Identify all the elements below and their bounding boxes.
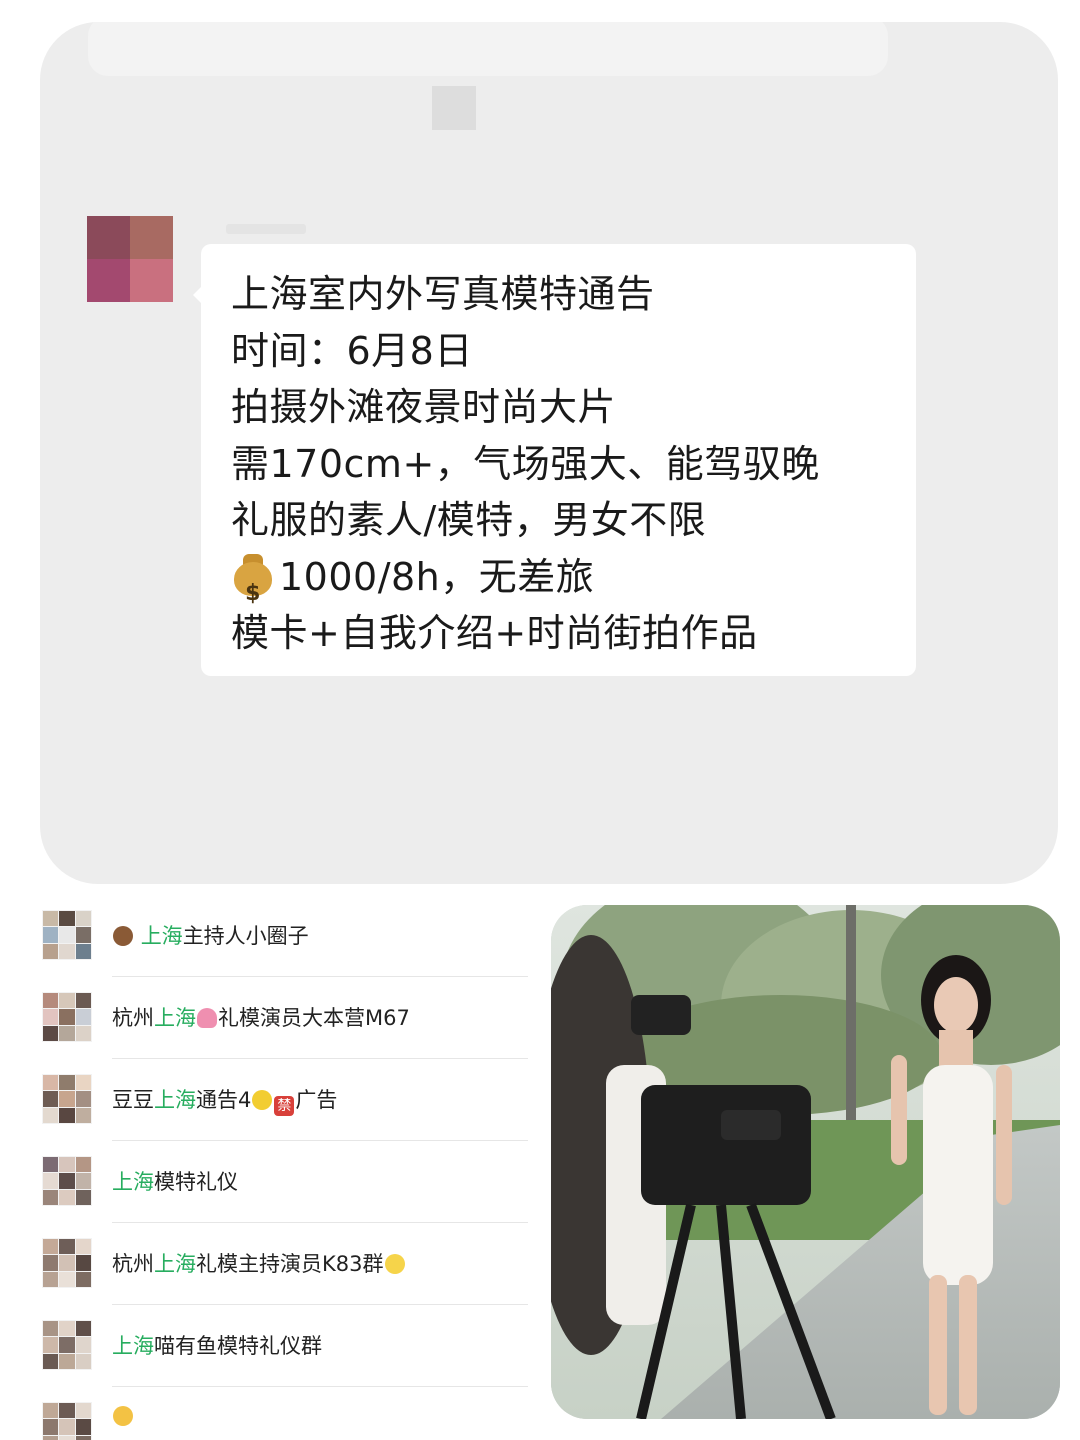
message-shoot-desc: 拍摄外滩夜景时尚大片 <box>231 385 617 429</box>
chat-header-bar <box>88 22 888 76</box>
model-photo <box>551 905 1060 1419</box>
money-bag-icon: $ <box>231 552 275 606</box>
message-requirements-1: 需170cm+，气场强大、能驾驭晚 <box>231 441 820 486</box>
message-pay: 1000/8h，无差旅 <box>279 554 595 599</box>
group-item[interactable]: 杭州上海 礼模演员大本营M67 <box>0 982 540 1064</box>
message-apply: 模卡+自我介绍+时尚街拍作品 <box>231 611 758 655</box>
divider <box>112 1386 528 1387</box>
hatching-chick-icon <box>384 1254 405 1274</box>
owl-icon <box>113 926 133 946</box>
group-chat-list: 上海主持人小圈子 杭州上海 礼模演员大本营M67 豆豆上海通告4 禁广告 上海模… <box>0 900 540 1440</box>
group-avatar <box>42 1238 92 1288</box>
message-pay-line: $ 1000/8h，无差旅 <box>231 549 890 606</box>
group-avatar <box>42 1402 92 1440</box>
moon-icon <box>252 1090 273 1110</box>
group-avatar <box>42 1320 92 1370</box>
prohibited-icon: 禁 <box>274 1096 295 1116</box>
group-item[interactable]: 豆豆上海通告4 禁广告 <box>0 1064 540 1146</box>
group-name: 豆豆上海通告4 禁广告 <box>112 1088 338 1116</box>
sender-avatar[interactable] <box>87 216 173 302</box>
photo-illustration <box>551 905 1060 1419</box>
divider <box>112 976 528 977</box>
group-item-partial[interactable] <box>0 1392 540 1440</box>
group-avatar <box>42 992 92 1042</box>
message-date: 时间：6月8日 <box>231 328 473 373</box>
divider <box>112 1140 528 1141</box>
message-bubble[interactable]: 上海室内外写真模特通告 时间：6月8日 拍摄外滩夜景时尚大片 需170cm+，气… <box>193 244 916 676</box>
group-avatar <box>42 1156 92 1206</box>
divider <box>112 1304 528 1305</box>
group-name: 杭州上海 礼模演员大本营M67 <box>112 1006 410 1030</box>
group-name: 上海喵有鱼模特礼仪群 <box>112 1334 322 1358</box>
screenshot-page: 上海室内外写真模特通告 时间：6月8日 拍摄外滩夜景时尚大片 需170cm+，气… <box>0 0 1080 1440</box>
sender-name-mosaic <box>226 224 306 234</box>
group-name-partial <box>112 1404 134 1428</box>
message-requirements-2: 礼服的素人/模特，男女不限 <box>231 498 707 542</box>
divider <box>112 1222 528 1223</box>
group-item[interactable]: 上海喵有鱼模特礼仪群 <box>0 1310 540 1392</box>
message-title: 上海室内外写真模特通告 <box>231 272 655 316</box>
group-name: 上海模特礼仪 <box>112 1170 238 1194</box>
group-item[interactable]: 杭州上海礼模主持演员K83群 <box>0 1228 540 1310</box>
chat-screenshot-card: 上海室内外写真模特通告 时间：6月8日 拍摄外滩夜景时尚大片 需170cm+，气… <box>40 22 1058 884</box>
face-emoji-icon <box>113 1406 133 1426</box>
chat-title-mosaic <box>432 86 476 130</box>
group-name: 上海主持人小圈子 <box>112 920 309 950</box>
divider <box>112 1058 528 1059</box>
group-item[interactable]: 上海模特礼仪 <box>0 1146 540 1228</box>
group-avatar <box>42 1074 92 1124</box>
group-name: 杭州上海礼模主持演员K83群 <box>112 1248 406 1278</box>
lotus-icon <box>197 1008 217 1028</box>
group-avatar <box>42 910 92 960</box>
group-item[interactable]: 上海主持人小圈子 <box>0 900 540 982</box>
